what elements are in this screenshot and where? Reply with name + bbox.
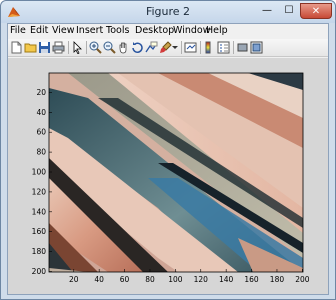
- figure-toolbar: [8, 39, 328, 57]
- hide-plot-tools-icon[interactable]: [236, 41, 249, 54]
- save-icon[interactable]: [38, 41, 51, 54]
- menu-bar: File Edit View Insert Tools Desktop Window Help: [8, 24, 328, 38]
- y-tick-label: 40: [36, 108, 46, 117]
- y-tick-label: 180: [32, 247, 47, 256]
- legend-icon[interactable]: [217, 41, 230, 54]
- x-tick-label: 40: [94, 275, 104, 284]
- y-tick-label: 60: [36, 128, 46, 137]
- show-plot-tools-icon[interactable]: [250, 41, 263, 54]
- y-tick-label: 120: [32, 187, 47, 196]
- x-tick-label: 60: [120, 275, 130, 284]
- x-tick-label: 200: [295, 275, 310, 284]
- new-figure-icon[interactable]: [10, 41, 23, 54]
- maximize-button[interactable]: ☐: [278, 3, 300, 19]
- axes[interactable]: 20 40 60 80 100 120 140 160 180 200 20 40 60 80 100 12…: [8, 58, 328, 294]
- x-tick-label: 160: [244, 275, 259, 284]
- zoom-in-icon[interactable]: [89, 41, 102, 54]
- title-bar[interactable]: Figure 2 — ☐ ✕: [1, 1, 335, 23]
- menu-desktop[interactable]: Desktop: [135, 25, 174, 36]
- menu-insert[interactable]: Insert: [76, 25, 103, 36]
- minimize-button[interactable]: —: [256, 3, 278, 19]
- toolbar-separator: [68, 41, 69, 54]
- data-cursor-icon[interactable]: [145, 41, 158, 54]
- colorbar-icon[interactable]: [203, 41, 216, 54]
- y-tick-label: 160: [32, 227, 47, 236]
- x-tick-label: 80: [145, 275, 155, 284]
- menu-file[interactable]: File: [10, 25, 26, 36]
- y-tick-label: 100: [32, 168, 47, 177]
- image-content: [49, 73, 303, 272]
- link-plot-icon[interactable]: [184, 41, 197, 54]
- menu-tools[interactable]: Tools: [106, 25, 129, 36]
- x-tick-label: 100: [168, 275, 183, 284]
- figure-client: File Edit View Insert Tools Desktop Window Help: [7, 23, 329, 295]
- brush-icon[interactable]: [159, 41, 172, 54]
- close-button[interactable]: ✕: [300, 3, 332, 19]
- pointer-icon[interactable]: [71, 41, 84, 54]
- x-tick-label: 180: [270, 275, 285, 284]
- menu-view[interactable]: View: [52, 25, 75, 36]
- y-tick-label: 140: [32, 207, 47, 216]
- menu-help[interactable]: Help: [206, 25, 228, 36]
- x-tick-label: 120: [194, 275, 209, 284]
- rotate-3d-icon[interactable]: [131, 41, 144, 54]
- y-tick-label: 80: [36, 148, 46, 157]
- menu-edit[interactable]: Edit: [30, 25, 48, 36]
- toolbar-separator: [86, 41, 87, 54]
- print-icon[interactable]: [52, 41, 65, 54]
- x-tick-label: 20: [69, 275, 79, 284]
- toolbar-separator: [200, 41, 201, 54]
- figure-canvas: 20 40 60 80 100 120 140 160 180 200 20 40 60 80 100 12…: [8, 58, 328, 294]
- toolbar-separator: [181, 41, 182, 54]
- menu-window[interactable]: Window: [173, 25, 210, 36]
- brush-dropdown-icon[interactable]: [172, 41, 178, 54]
- y-tick-label: 200: [32, 267, 47, 276]
- zoom-out-icon[interactable]: [103, 41, 116, 54]
- y-tick-label: 20: [36, 88, 46, 97]
- figure-window: Figure 2 — ☐ ✕ File Edit View Insert Tools De…: [0, 0, 336, 300]
- x-tick-label: 140: [219, 275, 234, 284]
- pan-icon[interactable]: [117, 41, 130, 54]
- toolbar-separator: [233, 41, 234, 54]
- open-file-icon[interactable]: [24, 41, 37, 54]
